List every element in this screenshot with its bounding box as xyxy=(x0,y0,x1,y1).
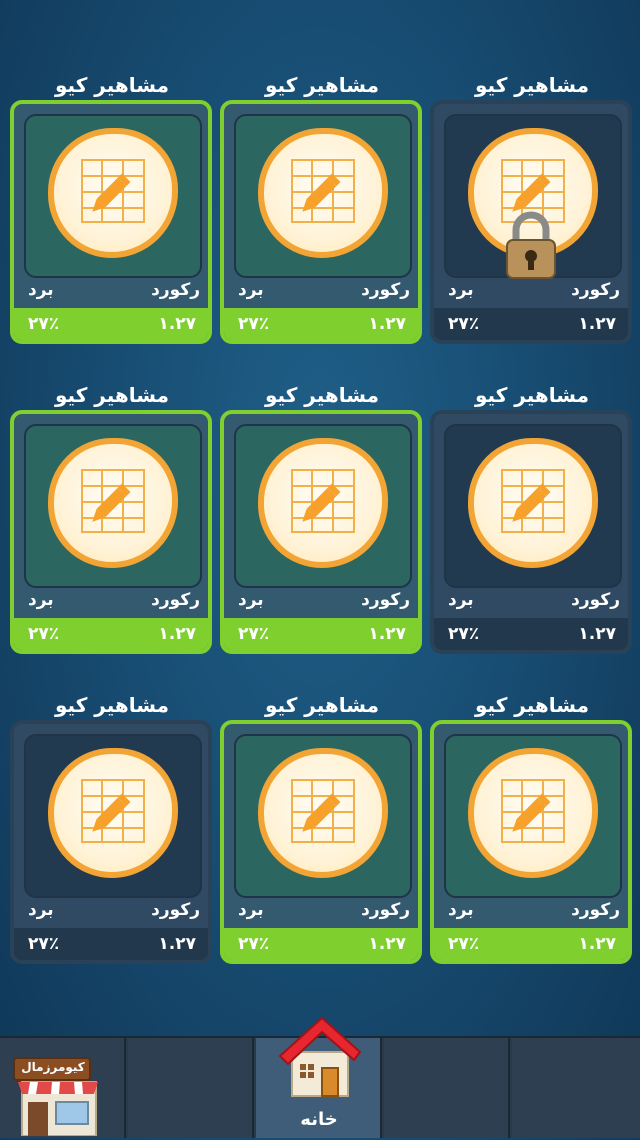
home-tab-label: خانه xyxy=(300,1109,338,1130)
tab-shop[interactable]: کیومرزمال xyxy=(0,1038,126,1138)
record-label: رکورد xyxy=(571,280,620,300)
win-value: ۲۷٪ xyxy=(28,624,60,644)
record-value: ۱.۲۷ xyxy=(158,314,196,334)
level-title: مشاهیر کیو xyxy=(264,693,379,717)
win-value: ۲۷٪ xyxy=(448,314,480,334)
win-label: برد xyxy=(238,900,264,920)
record-value: ۱.۲۷ xyxy=(158,624,196,644)
grid-pencil-icon xyxy=(468,748,598,878)
record-label: رکورد xyxy=(571,900,620,920)
level-card[interactable]: رکورد برد ۱.۲۷ ۲۷٪ xyxy=(220,410,422,654)
win-label: برد xyxy=(28,280,54,300)
house-icon xyxy=(274,1012,364,1102)
record-label: رکورد xyxy=(571,590,620,610)
level-card[interactable]: رکورد برد ۱.۲۷ ۲۷٪ xyxy=(430,720,632,964)
grid-pencil-icon xyxy=(258,438,388,568)
win-label: برد xyxy=(238,280,264,300)
level-card[interactable]: رکورد برد ۱.۲۷ ۲۷٪ xyxy=(10,410,212,654)
level-title: مشاهیر کیو xyxy=(54,693,169,717)
padlock-icon xyxy=(504,210,558,280)
record-label: رکورد xyxy=(361,280,410,300)
level-card[interactable]: رکورد برد ۱.۲۷ ۲۷٪ xyxy=(220,720,422,964)
level-grid: مشاهیر کیو رکورد برد ۱.۲۷ ۲۷٪ مشاهیر کیو… xyxy=(0,0,640,1030)
grid-pencil-icon xyxy=(48,748,178,878)
win-value: ۲۷٪ xyxy=(238,624,270,644)
level-title: مشاهیر کیو xyxy=(264,383,379,407)
win-value: ۲۷٪ xyxy=(448,934,480,954)
level-title: مشاهیر کیو xyxy=(54,383,169,407)
win-label: برد xyxy=(448,280,474,300)
record-value: ۱.۲۷ xyxy=(578,624,616,644)
win-label: برد xyxy=(28,590,54,610)
level-card[interactable]: رکورد برد ۱.۲۷ ۲۷٪ xyxy=(220,100,422,344)
level-title: مشاهیر کیو xyxy=(54,73,169,97)
record-label: رکورد xyxy=(151,280,200,300)
bottom-nav: کیومرزمال خانه xyxy=(0,1016,640,1138)
record-label: رکورد xyxy=(361,590,410,610)
record-value: ۱.۲۷ xyxy=(578,314,616,334)
grid-pencil-icon xyxy=(258,748,388,878)
record-value: ۱.۲۷ xyxy=(578,934,616,954)
tab-home[interactable]: خانه xyxy=(256,1016,382,1138)
level-title: مشاهیر کیو xyxy=(474,693,589,717)
win-label: برد xyxy=(448,900,474,920)
win-value: ۲۷٪ xyxy=(28,934,60,954)
level-card[interactable]: رکورد برد ۱.۲۷ ۲۷٪ xyxy=(10,100,212,344)
win-value: ۲۷٪ xyxy=(238,314,270,334)
grid-pencil-icon xyxy=(258,128,388,258)
win-label: برد xyxy=(28,900,54,920)
win-value: ۲۷٪ xyxy=(448,624,480,644)
record-label: رکورد xyxy=(151,900,200,920)
tab-empty-3[interactable] xyxy=(512,1038,640,1138)
shop-sign-text: کیومرزمال xyxy=(21,1060,85,1074)
record-value: ۱.۲۷ xyxy=(158,934,196,954)
level-title: مشاهیر کیو xyxy=(474,383,589,407)
record-value: ۱.۲۷ xyxy=(368,934,406,954)
level-title: مشاهیر کیو xyxy=(474,73,589,97)
level-card[interactable]: رکورد برد ۱.۲۷ ۲۷٪ xyxy=(10,720,212,964)
level-card[interactable]: رکورد برد ۱.۲۷ ۲۷٪ xyxy=(430,410,632,654)
grid-pencil-icon xyxy=(48,128,178,258)
win-label: برد xyxy=(238,590,264,610)
tab-empty-1[interactable] xyxy=(128,1038,254,1138)
shop-icon: کیومرزمال xyxy=(12,1052,104,1137)
record-label: رکورد xyxy=(361,900,410,920)
record-value: ۱.۲۷ xyxy=(368,314,406,334)
grid-pencil-icon xyxy=(48,438,178,568)
win-value: ۲۷٪ xyxy=(28,314,60,334)
win-value: ۲۷٪ xyxy=(238,934,270,954)
grid-pencil-icon xyxy=(468,438,598,568)
record-label: رکورد xyxy=(151,590,200,610)
win-label: برد xyxy=(448,590,474,610)
level-title: مشاهیر کیو xyxy=(264,73,379,97)
record-value: ۱.۲۷ xyxy=(368,624,406,644)
tab-empty-2[interactable] xyxy=(384,1038,510,1138)
